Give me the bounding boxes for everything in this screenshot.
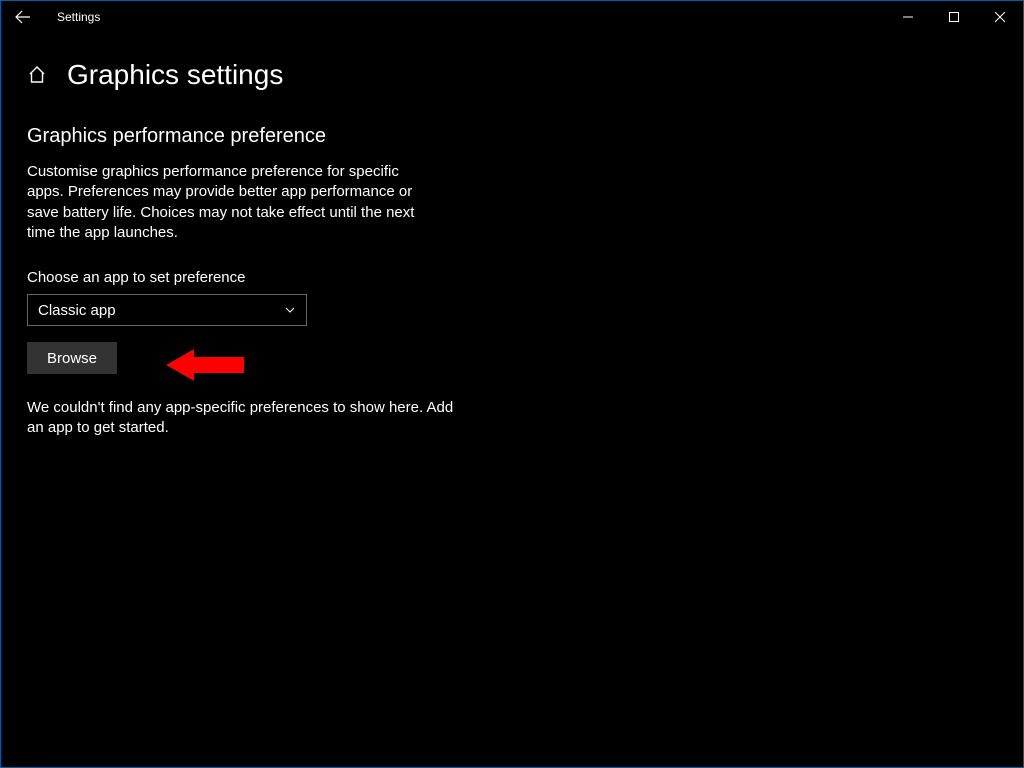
- minimize-button[interactable]: [885, 1, 931, 33]
- maximize-button[interactable]: [931, 1, 977, 33]
- page-title: Graphics settings: [67, 59, 283, 91]
- home-icon: [27, 65, 47, 85]
- page-header: Graphics settings: [1, 33, 1023, 91]
- chevron-down-icon: [284, 304, 296, 316]
- window-title: Settings: [57, 10, 100, 24]
- minimize-icon: [903, 12, 913, 22]
- dropdown-selected-value: Classic app: [38, 302, 116, 319]
- settings-window: Settings: [0, 0, 1024, 768]
- close-button[interactable]: [977, 1, 1023, 33]
- close-icon: [995, 12, 1005, 22]
- maximize-icon: [949, 12, 959, 22]
- section-description: Customise graphics performance preferenc…: [27, 162, 437, 243]
- app-type-dropdown[interactable]: Classic app: [27, 294, 307, 326]
- titlebar: Settings: [1, 1, 1023, 33]
- empty-state-message: We couldn't find any app-specific prefer…: [27, 398, 457, 439]
- window-controls: [885, 1, 1023, 33]
- back-button[interactable]: [7, 1, 39, 33]
- chooser-label: Choose an app to set preference: [27, 269, 601, 286]
- home-button[interactable]: [25, 63, 49, 87]
- content-area: Graphics performance preference Customis…: [1, 91, 601, 439]
- arrow-left-icon: [15, 9, 31, 25]
- titlebar-left: Settings: [7, 1, 100, 33]
- section-heading: Graphics performance preference: [27, 125, 601, 148]
- browse-button[interactable]: Browse: [27, 342, 117, 374]
